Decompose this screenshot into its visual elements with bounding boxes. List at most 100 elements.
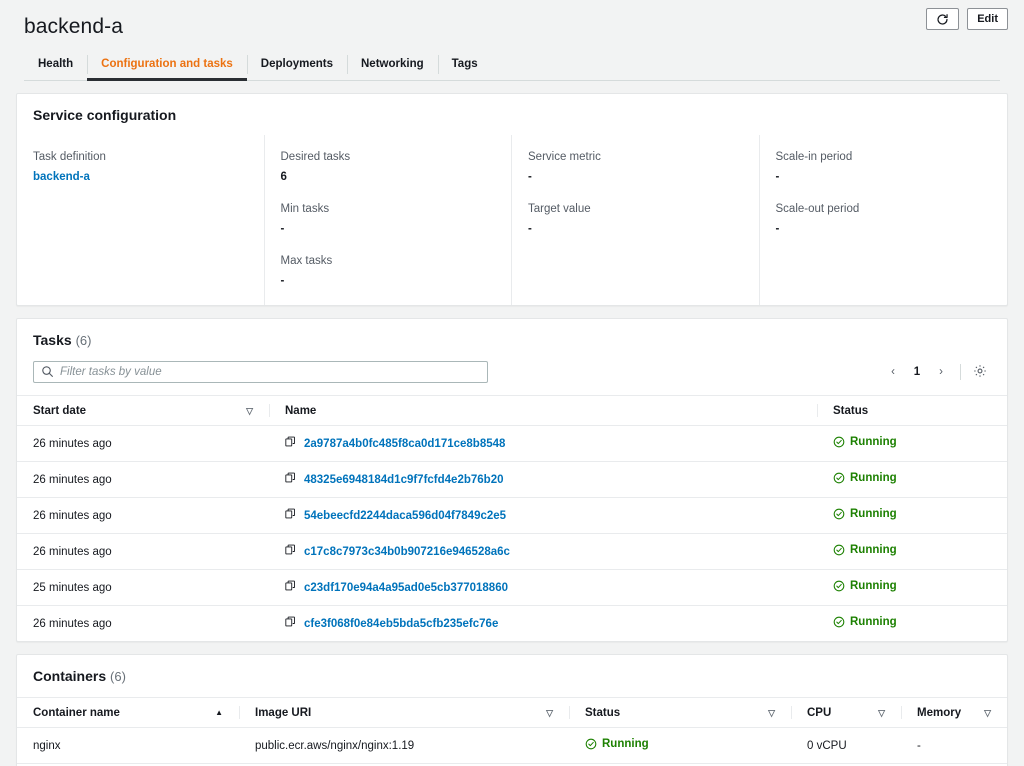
config-column-4: Scale-in period- Scale-out period-	[760, 135, 1008, 305]
sort-icon[interactable]: ▽	[246, 407, 253, 416]
containers-table-body: nginxpublic.ecr.aws/nginx/nginx:1.19Runn…	[17, 728, 1007, 766]
column-header-container-name[interactable]: Container name▲	[17, 698, 239, 728]
copy-icon[interactable]	[285, 544, 296, 560]
containers-card: Containers (6) Container name▲Image URI▽…	[16, 654, 1008, 766]
task-name-cell: c17c8c7973c34b0b907216e946528a6c	[269, 534, 817, 570]
task-name-wrapper: cfe3f068f0e84eb5bda5cfb235efc76e	[285, 616, 801, 632]
task-link[interactable]: 2a9787a4b0fc485f8ca0d171ce8b8548	[304, 436, 505, 452]
pagination-next-button[interactable]: ›	[930, 361, 952, 383]
tab-deployments[interactable]: Deployments	[247, 49, 347, 80]
copy-icon[interactable]	[285, 580, 296, 596]
status-success-icon	[585, 738, 597, 750]
config-column-3: Service metric-Target value-	[512, 135, 760, 305]
service-configuration-header: Service configuration	[17, 94, 1007, 135]
copy-icon[interactable]	[285, 472, 296, 488]
containers-title-text: Containers	[33, 668, 106, 684]
task-status-cell: Running	[817, 462, 1007, 498]
task-link[interactable]: cfe3f068f0e84eb5bda5cfb235efc76e	[304, 616, 498, 632]
config-field: Desired tasks6	[281, 149, 496, 185]
task-name-wrapper: c23df170e94a4a95ad0e5cb377018860	[285, 580, 801, 596]
task-link[interactable]: c23df170e94a4a95ad0e5cb377018860	[304, 580, 508, 596]
containers-table: Container name▲Image URI▽Status▽CPU▽Memo…	[17, 697, 1007, 766]
containers-header-row: Container name▲Image URI▽Status▽CPU▽Memo…	[17, 698, 1007, 728]
config-field-value: -	[281, 273, 496, 289]
refresh-button[interactable]	[926, 8, 959, 30]
sort-icon[interactable]: ▽	[984, 709, 991, 718]
task-status-cell: Running	[817, 570, 1007, 606]
table-preferences-button[interactable]	[969, 361, 991, 383]
table-row: 26 minutes ago 54ebeecfd2244daca596d04f78…	[17, 498, 1007, 534]
column-header-image-uri[interactable]: Image URI▽	[239, 698, 569, 728]
task-name-cell: 54ebeecfd2244daca596d04f7849c2e5	[269, 498, 817, 534]
sort-icon[interactable]: ▽	[878, 709, 885, 718]
tab-bar: HealthConfiguration and tasksDeployments…	[0, 49, 1024, 81]
container-name: nginx	[17, 728, 239, 764]
task-start-date: 25 minutes ago	[17, 570, 269, 606]
config-field: Min tasks-	[281, 201, 496, 237]
sort-icon[interactable]: ▽	[768, 709, 775, 718]
page-header: backend-a Edit	[0, 0, 1024, 40]
status-success-icon	[833, 580, 845, 592]
tasks-pagination: ‹ 1 ›	[882, 361, 991, 383]
containers-table-head: Container name▲Image URI▽Status▽CPU▽Memo…	[17, 698, 1007, 728]
copy-icon[interactable]	[285, 436, 296, 452]
config-field-value: 6	[281, 169, 496, 185]
task-definition-link[interactable]: backend-a	[33, 171, 90, 183]
tasks-title-text: Tasks	[33, 332, 72, 348]
column-header-status[interactable]: Status▽	[569, 698, 791, 728]
column-header-memory[interactable]: Memory▽	[901, 698, 1007, 728]
tasks-table: Start date▽NameStatus 26 minutes ago2a97…	[17, 395, 1007, 641]
tab-tags[interactable]: Tags	[438, 49, 492, 80]
tab-configuration-and-tasks[interactable]: Configuration and tasks	[87, 49, 247, 80]
task-name-cell: 2a9787a4b0fc485f8ca0d171ce8b8548	[269, 426, 817, 462]
task-status-cell: Running	[817, 426, 1007, 462]
sort-ascending-icon[interactable]: ▲	[215, 709, 223, 717]
edit-button[interactable]: Edit	[967, 8, 1008, 30]
status-badge: Running	[833, 434, 897, 450]
table-row: 26 minutes ago2a9787a4b0fc485f8ca0d171ce…	[17, 426, 1007, 462]
column-header-cpu[interactable]: CPU▽	[791, 698, 901, 728]
service-configuration-grid: Task definitionbackend-aDesired tasks6Mi…	[17, 135, 1007, 305]
config-field-label: Min tasks	[281, 201, 496, 217]
header-actions: Edit	[926, 8, 1008, 30]
task-link[interactable]: 48325e6948184d1c9f7fcfd4e2b76b20	[304, 472, 503, 488]
task-link[interactable]: 54ebeecfd2244daca596d04f7849c2e5	[304, 508, 506, 524]
container-image-uri: public.ecr.aws/nginx/nginx:1.19	[239, 728, 569, 764]
tab-networking[interactable]: Networking	[347, 49, 438, 80]
config-field: Scale-in period-	[776, 149, 992, 185]
tasks-toolbar: ‹ 1 ›	[17, 361, 1007, 395]
sort-icon[interactable]: ▽	[546, 709, 553, 718]
column-header-start-date[interactable]: Start date ▽	[17, 396, 269, 426]
copy-icon[interactable]	[285, 508, 296, 524]
gear-icon	[973, 364, 987, 381]
config-field-label: Target value	[528, 201, 743, 217]
pagination-prev-button[interactable]: ‹	[882, 361, 904, 383]
column-header-label: Start date	[33, 405, 86, 417]
table-row: 26 minutes ago c17c8c7973c34b0b907216e946…	[17, 534, 1007, 570]
service-configuration-title: Service configuration	[33, 106, 991, 124]
task-link[interactable]: c17c8c7973c34b0b907216e946528a6c	[304, 544, 510, 560]
container-memory: -	[901, 728, 1007, 764]
status-success-icon	[833, 436, 845, 448]
task-start-date: 26 minutes ago	[17, 534, 269, 570]
column-header-name[interactable]: Name	[269, 396, 817, 426]
tasks-table-body: 26 minutes ago 2a9787a4b0fc485f8ca0d171ce…	[17, 426, 1007, 642]
pagination-page-1[interactable]: 1	[906, 361, 928, 383]
column-header-status[interactable]: Status	[817, 396, 1007, 426]
status-badge: Running	[833, 578, 897, 594]
config-field-value: -	[776, 169, 992, 185]
copy-icon[interactable]	[285, 616, 296, 632]
task-start-date: 26 minutes ago	[17, 606, 269, 642]
search-input[interactable]	[33, 361, 488, 383]
config-field-label: Max tasks	[281, 253, 496, 269]
config-field-value: -	[776, 221, 992, 237]
status-success-icon	[833, 544, 845, 556]
tasks-header-row: Start date ▽ NameStatus	[17, 396, 1007, 426]
task-name-wrapper: c17c8c7973c34b0b907216e946528a6c	[285, 544, 801, 560]
task-start-date: 26 minutes ago	[17, 498, 269, 534]
containers-header: Containers (6)	[17, 655, 1007, 697]
tasks-header: Tasks (6)	[17, 319, 1007, 361]
task-name-wrapper: 48325e6948184d1c9f7fcfd4e2b76b20	[285, 472, 801, 488]
tab-health[interactable]: Health	[24, 49, 87, 80]
config-field: Scale-out period-	[776, 201, 992, 237]
